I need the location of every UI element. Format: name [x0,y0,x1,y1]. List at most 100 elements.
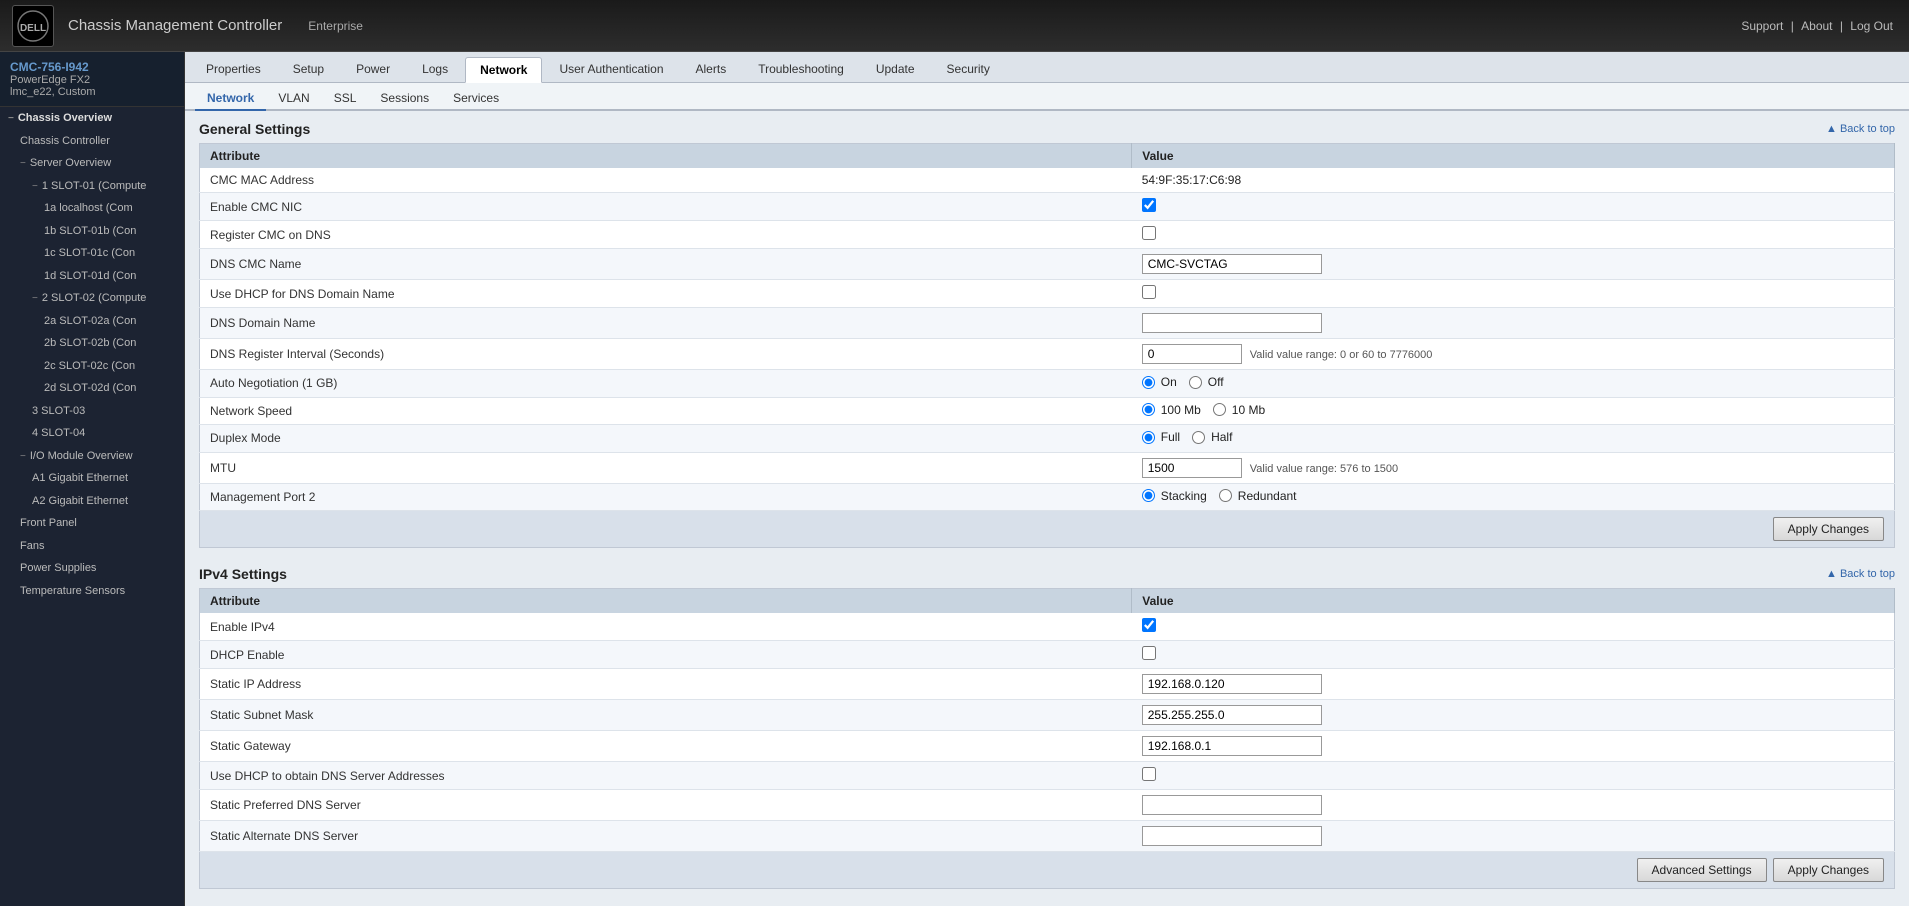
sidebar-tree-item[interactable]: 1d SLOT-01d (Con [0,265,184,288]
tab-setup[interactable]: Setup [278,56,339,82]
sidebar-tree-item[interactable]: −2 SLOT-02 (Compute [0,287,184,310]
general-apply-button[interactable]: Apply Changes [1773,517,1884,541]
radio-input[interactable] [1219,489,1232,502]
checkbox-input[interactable] [1142,198,1156,212]
sub-tab-ssl[interactable]: SSL [322,87,369,111]
radio-input[interactable] [1142,403,1155,416]
radio-label[interactable]: Full [1142,430,1180,444]
sidebar-tree-item[interactable]: Front Panel [0,512,184,535]
device-model: PowerEdge FX2 [10,74,174,86]
text-input-range[interactable] [1142,344,1242,364]
tab-update[interactable]: Update [861,56,930,82]
sidebar-tree-item[interactable]: 4 SLOT-04 [0,422,184,445]
sidebar-tree-item[interactable]: 2c SLOT-02c (Con [0,355,184,378]
checkbox-input[interactable] [1142,226,1156,240]
ipv4-advanced-button[interactable]: Advanced Settings [1637,858,1767,882]
text-input[interactable] [1142,826,1322,846]
radio-label[interactable]: On [1142,375,1177,389]
text-input-range[interactable] [1142,458,1242,478]
support-link[interactable]: Support [1741,19,1783,33]
checkbox-input[interactable] [1142,618,1156,632]
text-input[interactable] [1142,674,1322,694]
text-input[interactable] [1142,795,1322,815]
text-input[interactable] [1142,705,1322,725]
sidebar-tree-item[interactable]: Temperature Sensors [0,580,184,603]
sidebar-tree-item[interactable]: Fans [0,535,184,558]
table-row: Register CMC on DNS [200,221,1895,249]
tab-security[interactable]: Security [932,56,1005,82]
tab-network[interactable]: Network [465,57,542,83]
about-link[interactable]: About [1801,19,1832,33]
ipv4-settings-body: Enable IPv4DHCP EnableStatic IP AddressS… [200,613,1895,852]
general-back-to-top[interactable]: Back to top [1826,123,1895,135]
tab-alerts[interactable]: Alerts [681,56,742,82]
sub-tab-network[interactable]: Network [195,87,266,111]
ipv4-apply-row: Advanced Settings Apply Changes [199,852,1895,889]
radio-input[interactable] [1189,376,1202,389]
tab-troubleshooting[interactable]: Troubleshooting [743,56,859,82]
general-apply-row: Apply Changes [199,511,1895,548]
radio-input[interactable] [1142,431,1155,444]
sidebar-tree-item[interactable]: 2a SLOT-02a (Con [0,310,184,333]
ipv4-settings-header-row: Attribute Value [200,589,1895,614]
checkbox-input[interactable] [1142,646,1156,660]
logout-link[interactable]: Log Out [1850,19,1893,33]
sidebar-tree-item[interactable]: −I/O Module Overview [0,445,184,468]
sub-tab-services[interactable]: Services [441,87,511,111]
tab-logs[interactable]: Logs [407,56,463,82]
tab-power[interactable]: Power [341,56,405,82]
tab-user-authentication[interactable]: User Authentication [544,56,678,82]
checkbox-input[interactable] [1142,767,1156,781]
attribute-cell: Duplex Mode [200,425,1132,453]
text-input[interactable] [1142,736,1322,756]
table-row: Static Gateway [200,731,1895,762]
general-settings-body: CMC MAC Address54:9F:35:17:C6:98Enable C… [200,168,1895,511]
sidebar-tree-item[interactable]: 2b SLOT-02b (Con [0,332,184,355]
sidebar-tree-item[interactable]: −Chassis Overview [0,107,184,130]
radio-label[interactable]: Half [1192,430,1232,444]
radio-label[interactable]: 100 Mb [1142,403,1201,417]
sub-tab-vlan[interactable]: VLAN [266,87,321,111]
ipv4-settings-title: IPv4 Settings [199,566,287,582]
sidebar-tree-item[interactable]: −1 SLOT-01 (Compute [0,175,184,198]
sidebar-tree-item[interactable]: −Server Overview [0,152,184,175]
radio-label[interactable]: Off [1189,375,1224,389]
radio-input[interactable] [1213,403,1226,416]
sidebar-tree-item[interactable]: 2d SLOT-02d (Con [0,377,184,400]
sidebar-tree-item[interactable]: A2 Gigabit Ethernet [0,490,184,513]
ipv4-apply-button[interactable]: Apply Changes [1773,858,1884,882]
value-cell [1132,821,1895,852]
ipv4-settings-table: Attribute Value Enable IPv4DHCP EnableSt… [199,588,1895,852]
value-cell: 54:9F:35:17:C6:98 [1132,168,1895,193]
sidebar-tree-item[interactable]: Power Supplies [0,557,184,580]
radio-label[interactable]: Redundant [1219,489,1297,503]
radio-input[interactable] [1142,376,1155,389]
sidebar-tree-item[interactable]: Chassis Controller [0,130,184,153]
text-input[interactable] [1142,313,1322,333]
ipv4-back-to-top[interactable]: Back to top [1826,568,1895,580]
sidebar-tree-item[interactable]: 1b SLOT-01b (Con [0,220,184,243]
radio-input[interactable] [1142,489,1155,502]
text-input[interactable] [1142,254,1322,274]
static-value: 54:9F:35:17:C6:98 [1142,173,1241,187]
app-title: Chassis Management Controller [68,17,282,34]
sidebar-device-info: CMC-756-I942 PowerEdge FX2 lmc_e22, Cust… [0,52,184,107]
ipv4-col-attribute: Attribute [200,589,1132,614]
sidebar-tree-item[interactable]: A1 Gigabit Ethernet [0,467,184,490]
checkbox-input[interactable] [1142,285,1156,299]
radio-label[interactable]: Stacking [1142,489,1207,503]
table-row: Auto Negotiation (1 GB)OnOff [200,370,1895,398]
sidebar-tree-item[interactable]: 1a localhost (Com [0,197,184,220]
attribute-cell: CMC MAC Address [200,168,1132,193]
radio-group: 100 Mb 10 Mb [1142,403,1265,417]
radio-input[interactable] [1192,431,1205,444]
radio-label[interactable]: 10 Mb [1213,403,1265,417]
sidebar-tree-item[interactable]: 3 SLOT-03 [0,400,184,423]
attribute-cell: DNS Register Interval (Seconds) [200,339,1132,370]
device-name: CMC-756-I942 [10,60,174,74]
tab-properties[interactable]: Properties [191,56,276,82]
table-row: DHCP Enable [200,641,1895,669]
table-row: Duplex Mode Full Half [200,425,1895,453]
sidebar-tree-item[interactable]: 1c SLOT-01c (Con [0,242,184,265]
sub-tab-sessions[interactable]: Sessions [368,87,441,111]
